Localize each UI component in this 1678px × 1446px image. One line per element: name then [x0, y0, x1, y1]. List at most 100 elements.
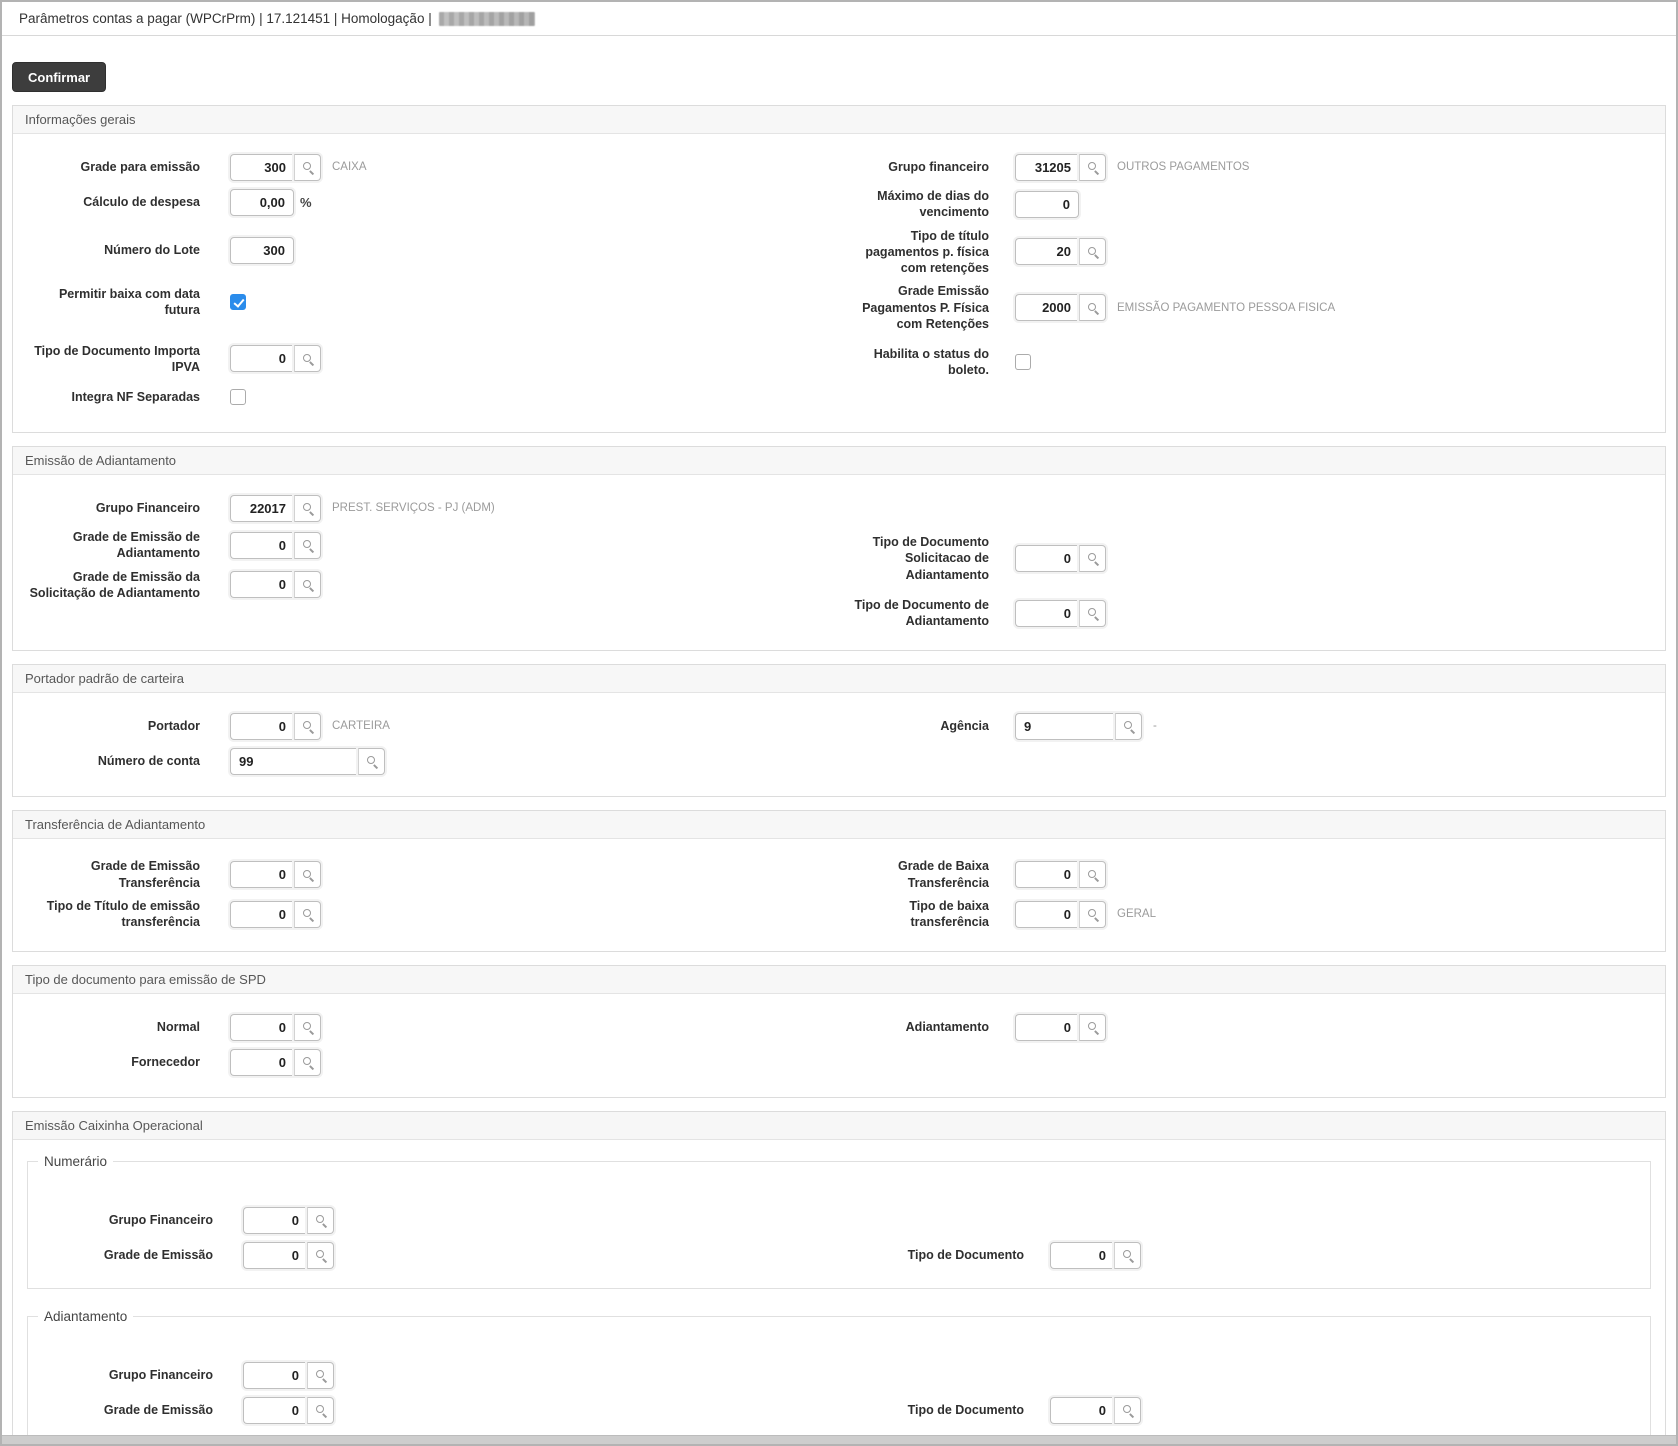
tipo-doc-ipva-lookup-button[interactable] — [294, 345, 321, 372]
numerario-grupo-financeiro-input[interactable] — [243, 1207, 307, 1234]
field-maximo-dias: Máximo de dias do vencimento — [839, 188, 1653, 221]
numerario-grade-emissao-lookup-button[interactable] — [307, 1242, 334, 1269]
spd-fornecedor-input[interactable] — [230, 1049, 294, 1076]
grade-emissao-adiantamento-input[interactable] — [230, 532, 294, 559]
caixinha-adiantamento-tipo-documento-input[interactable] — [1050, 1397, 1114, 1424]
field-label: Grade de Emissão da Solicitação de Adian… — [25, 569, 200, 602]
permitir-baixa-checkbox[interactable] — [230, 294, 246, 310]
field-label: Máximo de dias do vencimento — [839, 188, 989, 221]
tipo-doc-ipva-input[interactable] — [230, 345, 294, 372]
field-numero-lote: Número do Lote — [25, 236, 839, 264]
caixinha-adiantamento-tipo-documento-lookup-button[interactable] — [1114, 1397, 1141, 1424]
field-description: CAIXA — [332, 161, 367, 173]
field-integra-nf: Integra NF Separadas — [25, 383, 839, 411]
grade-para-emissao-lookup-button[interactable] — [294, 154, 321, 181]
grade-baixa-transferencia-lookup-button[interactable] — [1079, 861, 1106, 888]
search-icon — [315, 1369, 327, 1381]
field-numero-conta: Número de conta — [25, 747, 839, 775]
grupo-financeiro-adiantamento-lookup-button[interactable] — [294, 495, 321, 522]
tipo-doc-adiantamento-input[interactable] — [1015, 600, 1079, 627]
field-label: Permitir baixa com data futura — [25, 286, 200, 319]
tipo-titulo-pf-lookup-button[interactable] — [1079, 238, 1106, 265]
search-icon — [1087, 607, 1099, 619]
tipo-doc-adiantamento-lookup-button[interactable] — [1079, 600, 1106, 627]
grade-para-emissao-input[interactable] — [230, 154, 294, 181]
search-icon — [1087, 552, 1099, 564]
field-numerario-tipo-documento: Tipo de Documento — [839, 1241, 1650, 1269]
tipo-baixa-transferencia-input[interactable] — [1015, 901, 1079, 928]
spd-adiantamento-input[interactable] — [1015, 1014, 1079, 1041]
numerario-tipo-documento-lookup-button[interactable] — [1114, 1242, 1141, 1269]
spd-normal-input[interactable] — [230, 1014, 294, 1041]
confirm-button[interactable]: Confirmar — [12, 62, 106, 92]
field-habilita-status: Habilita o status do boleto. — [839, 346, 1653, 379]
search-icon — [1087, 302, 1099, 314]
field-label: Tipo de Documento Solicitacao de Adianta… — [839, 534, 989, 583]
field-description: - — [1153, 720, 1157, 732]
grade-emissao-transferencia-lookup-button[interactable] — [294, 861, 321, 888]
toolbar: Confirmar — [2, 36, 1676, 105]
caixinha-adiantamento-grade-emissao-lookup-button[interactable] — [307, 1397, 334, 1424]
grade-emissao-transferencia-input[interactable] — [230, 861, 294, 888]
search-icon — [302, 353, 314, 365]
field-label: Normal — [25, 1019, 200, 1035]
tipo-titulo-emissao-transferencia-input[interactable] — [230, 901, 294, 928]
search-icon — [1087, 908, 1099, 920]
search-icon — [1123, 720, 1135, 732]
tipo-doc-solicitacao-lookup-button[interactable] — [1079, 545, 1106, 572]
numero-conta-input[interactable] — [230, 748, 358, 775]
field-calculo-despesa: Cálculo de despesa % — [25, 188, 839, 216]
grade-emissao-solicitacao-input[interactable] — [230, 571, 294, 598]
numero-lote-input[interactable] — [230, 237, 294, 264]
search-icon — [1087, 1021, 1099, 1033]
integra-nf-checkbox[interactable] — [230, 389, 246, 405]
search-icon — [302, 908, 314, 920]
grade-emissao-adiantamento-lookup-button[interactable] — [294, 532, 321, 559]
grupo-financeiro-lookup-button[interactable] — [1079, 154, 1106, 181]
portador-input[interactable] — [230, 713, 294, 740]
numero-conta-lookup-button[interactable] — [358, 748, 385, 775]
numerario-grade-emissao-input[interactable] — [243, 1242, 307, 1269]
field-label: Número do Lote — [25, 242, 200, 258]
numerario-grupo-financeiro-lookup-button[interactable] — [307, 1207, 334, 1234]
grade-emissao-solicitacao-lookup-button[interactable] — [294, 571, 321, 598]
grade-baixa-transferencia-input[interactable] — [1015, 861, 1079, 888]
field-grade-emissao-solicitacao: Grade de Emissão da Solicitação de Adian… — [25, 569, 839, 602]
section-informacoes-gerais: Informações gerais Grade para emissão CA… — [12, 105, 1666, 433]
portador-lookup-button[interactable] — [294, 713, 321, 740]
grupo-financeiro-adiantamento-input[interactable] — [230, 495, 294, 522]
field-description: OUTROS PAGAMENTOS — [1117, 161, 1249, 173]
caixinha-adiantamento-grupo-financeiro-input[interactable] — [243, 1362, 307, 1389]
horizontal-scrollbar[interactable] — [2, 1435, 1676, 1444]
tipo-titulo-emissao-transferencia-lookup-button[interactable] — [294, 901, 321, 928]
habilita-status-checkbox[interactable] — [1015, 354, 1031, 370]
search-icon — [302, 539, 314, 551]
agencia-input[interactable] — [1015, 713, 1115, 740]
tipo-baixa-transferencia-lookup-button[interactable] — [1079, 901, 1106, 928]
section-title: Emissão Caixinha Operacional — [13, 1112, 1665, 1140]
maximo-dias-input[interactable] — [1015, 191, 1079, 218]
field-spd-normal: Normal — [25, 1013, 839, 1041]
field-label: Cálculo de despesa — [25, 194, 200, 210]
spd-normal-lookup-button[interactable] — [294, 1014, 321, 1041]
spd-adiantamento-lookup-button[interactable] — [1079, 1014, 1106, 1041]
field-numerario-grade-emissao: Grade de Emissão — [28, 1241, 839, 1269]
caixinha-adiantamento-grupo-financeiro-lookup-button[interactable] — [307, 1362, 334, 1389]
numerario-tipo-documento-input[interactable] — [1050, 1242, 1114, 1269]
section-title: Portador padrão de carteira — [13, 665, 1665, 693]
field-grade-emissao-adiantamento: Grade de Emissão de Adiantamento — [25, 529, 839, 562]
grade-emissao-pf-input[interactable] — [1015, 294, 1079, 321]
grade-emissao-pf-lookup-button[interactable] — [1079, 294, 1106, 321]
tipo-doc-solicitacao-input[interactable] — [1015, 545, 1079, 572]
caixinha-adiantamento-grade-emissao-input[interactable] — [243, 1397, 307, 1424]
section-title: Informações gerais — [13, 106, 1665, 134]
agencia-lookup-button[interactable] — [1115, 713, 1142, 740]
section-spd: Tipo de documento para emissão de SPD No… — [12, 965, 1666, 1098]
field-label: Grade Emissão Pagamentos P. Física com R… — [839, 283, 989, 332]
grupo-financeiro-input[interactable] — [1015, 154, 1079, 181]
spd-fornecedor-lookup-button[interactable] — [294, 1049, 321, 1076]
calculo-despesa-input[interactable] — [230, 189, 294, 216]
tipo-titulo-pf-input[interactable] — [1015, 238, 1079, 265]
field-permitir-baixa: Permitir baixa com data futura — [25, 286, 839, 319]
spacer — [839, 487, 1653, 527]
